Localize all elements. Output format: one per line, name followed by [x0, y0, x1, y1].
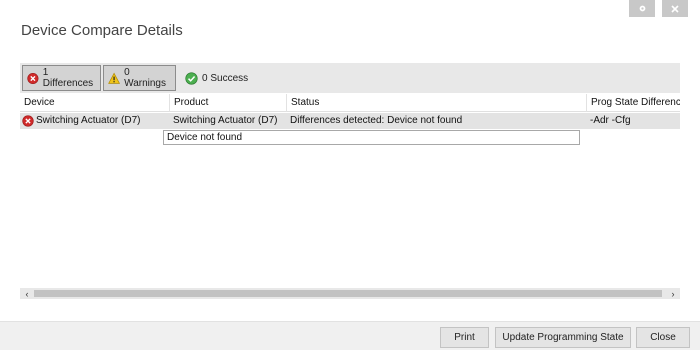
close-window-button[interactable] [662, 0, 688, 17]
column-header-prog-state[interactable]: Prog State Differenc [587, 94, 680, 112]
scroll-right-icon[interactable]: › [668, 288, 678, 299]
horizontal-scrollbar[interactable]: ‹ › [20, 288, 680, 299]
differences-filter-button[interactable]: 1 Differences [22, 65, 101, 91]
filter-bar: 1 Differences 0 Warnings 0 Success [20, 63, 680, 93]
warning-icon [108, 72, 121, 84]
close-button[interactable]: Close [636, 327, 690, 348]
print-button[interactable]: Print [440, 327, 489, 348]
success-filter-label: 0 Success [202, 72, 249, 84]
dialog-title: Device Compare Details [21, 22, 183, 39]
error-icon [22, 115, 34, 127]
success-filter-button[interactable]: 0 Success [181, 65, 267, 91]
device-cell: Switching Actuator (D7) [22, 113, 170, 129]
dialog-footer: Print Update Programming State Close [0, 321, 700, 350]
grid-header: Device Product Status Prog State Differe… [20, 94, 680, 112]
gear-icon [639, 5, 645, 12]
row-detail: Device not found [163, 130, 580, 145]
error-icon [27, 72, 39, 84]
close-icon [671, 4, 679, 13]
column-header-product[interactable]: Product [170, 94, 287, 112]
status-cell: Differences detected: Device not found [290, 115, 463, 126]
update-programming-state-button[interactable]: Update Programming State [495, 327, 631, 348]
compare-grid: Device Product Status Prog State Differe… [20, 94, 680, 300]
column-header-status[interactable]: Status [287, 94, 587, 112]
scrollbar-thumb[interactable] [34, 290, 662, 297]
warnings-filter-label: 0 Warnings [124, 67, 166, 89]
table-row[interactable]: Switching Actuator (D7) Switching Actuat… [20, 113, 680, 129]
device-name: Switching Actuator (D7) [36, 115, 141, 126]
product-cell: Switching Actuator (D7) [173, 115, 278, 126]
prog-state-cell: -Adr -Cfg [590, 115, 631, 126]
differences-filter-label: 1 Differences [42, 67, 94, 89]
success-icon [185, 71, 198, 85]
scroll-left-icon[interactable]: ‹ [22, 288, 32, 299]
column-header-device[interactable]: Device [20, 94, 170, 112]
warnings-filter-button[interactable]: 0 Warnings [103, 65, 176, 91]
settings-button[interactable] [629, 0, 655, 17]
